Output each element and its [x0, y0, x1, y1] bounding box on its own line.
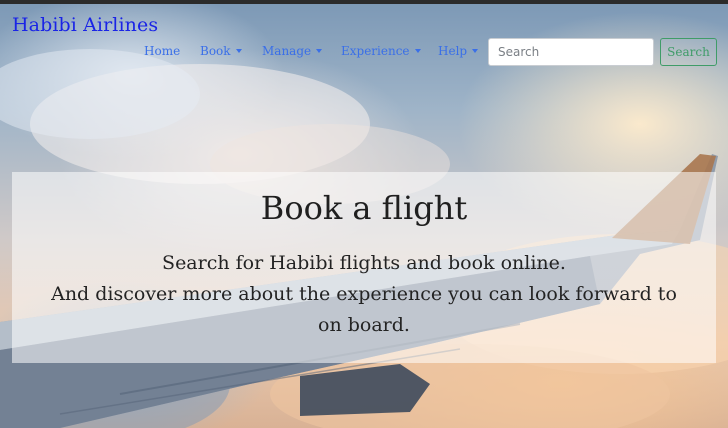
chevron-down-icon	[414, 49, 421, 53]
nav-item-label: Manage	[262, 44, 312, 58]
nav-item-label: Home	[144, 44, 181, 58]
hero-line: on board.	[318, 314, 410, 336]
nav-item-label: Experience	[341, 44, 410, 58]
search-input[interactable]	[488, 38, 654, 66]
nav-item-label: Book	[200, 44, 231, 58]
chevron-down-icon	[235, 49, 242, 53]
hero-panel: Book a flight Search for Habibi flights …	[12, 172, 716, 363]
nav-item-book[interactable]: Book	[200, 44, 242, 58]
chevron-down-icon	[472, 49, 479, 53]
nav-item-manage[interactable]: Manage	[262, 44, 323, 58]
nav-item-experience[interactable]: Experience	[341, 44, 421, 58]
hero-line: Search for Habibi flights and book onlin…	[162, 252, 566, 274]
page-title: Book a flight	[260, 189, 468, 227]
nav-item-home[interactable]: Home	[144, 44, 180, 58]
chevron-down-icon	[316, 49, 323, 53]
hero-line: And discover more about the experience y…	[51, 283, 677, 305]
nav-item-label: Help	[438, 44, 468, 58]
search-button[interactable]: Search	[660, 38, 717, 66]
brand-logo[interactable]: Habibi Airlines	[12, 14, 158, 36]
hero-description: Search for Habibi flights and book onlin…	[12, 248, 716, 341]
nav-item-help[interactable]: Help	[438, 44, 479, 58]
